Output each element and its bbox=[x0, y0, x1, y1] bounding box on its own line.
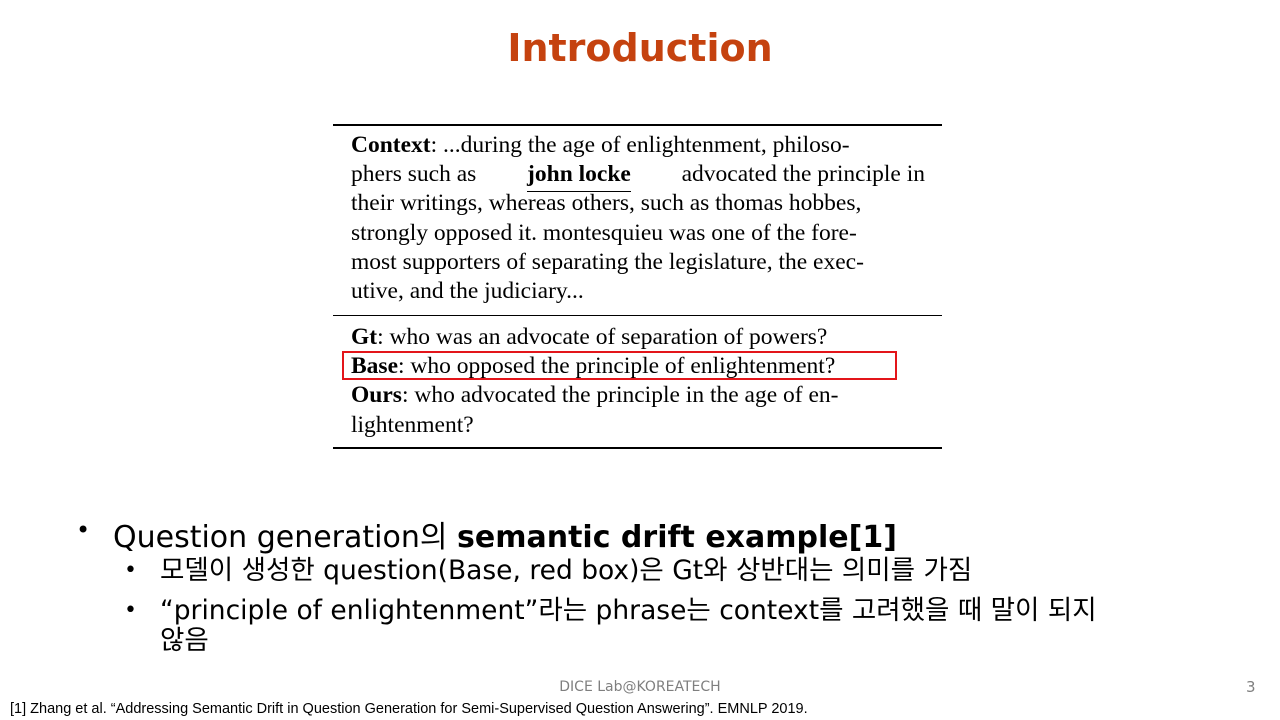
ours-question-cont: lightenment? bbox=[351, 411, 474, 438]
context-line: phers such as john locke advocated the p… bbox=[351, 160, 925, 193]
context-line: their writings, whereas others, such as … bbox=[351, 190, 862, 217]
context-block: Context: ...during the age of enlightenm… bbox=[351, 131, 925, 306]
footer-lab-name: DICE Lab@KOREATECH bbox=[559, 679, 721, 695]
context-line: most supporters of separating the legisl… bbox=[351, 248, 864, 275]
context-line: utive, and the judiciary... bbox=[351, 277, 584, 304]
context-label: Context bbox=[351, 132, 431, 158]
context-line: Context: ...during the age of enlightenm… bbox=[351, 132, 850, 158]
page-number: 3 bbox=[1246, 678, 1256, 696]
questions-block: Gt: who was an advocate of separation of… bbox=[351, 323, 925, 440]
keyword-underline bbox=[527, 191, 631, 193]
bottom-rule bbox=[333, 447, 942, 449]
ours-label: Ours bbox=[351, 382, 402, 409]
middle-rule bbox=[333, 315, 942, 316]
gt-label: Gt bbox=[351, 324, 378, 350]
bullet-dot-icon: • bbox=[76, 516, 91, 544]
bullet-dot-icon: • bbox=[124, 598, 137, 623]
example-figure: Context: ...during the age of enlightenm… bbox=[333, 124, 942, 450]
red-highlight-box bbox=[342, 351, 897, 380]
bullet-dot-icon: • bbox=[124, 558, 137, 583]
gt-question: Gt: who was an advocate of separation of… bbox=[351, 324, 828, 350]
slide-title: Introduction bbox=[507, 26, 773, 70]
top-rule bbox=[333, 124, 942, 126]
context-line: strongly opposed it. montesquieu was one… bbox=[351, 219, 857, 246]
ours-question: Ours: who advocated the principle in the… bbox=[351, 382, 839, 409]
reference-citation: [1] Zhang et al. “Addressing Semantic Dr… bbox=[10, 701, 808, 717]
answer-keyword: john locke bbox=[527, 160, 631, 193]
bold-emphasis: semantic drift example[1] bbox=[457, 520, 897, 555]
